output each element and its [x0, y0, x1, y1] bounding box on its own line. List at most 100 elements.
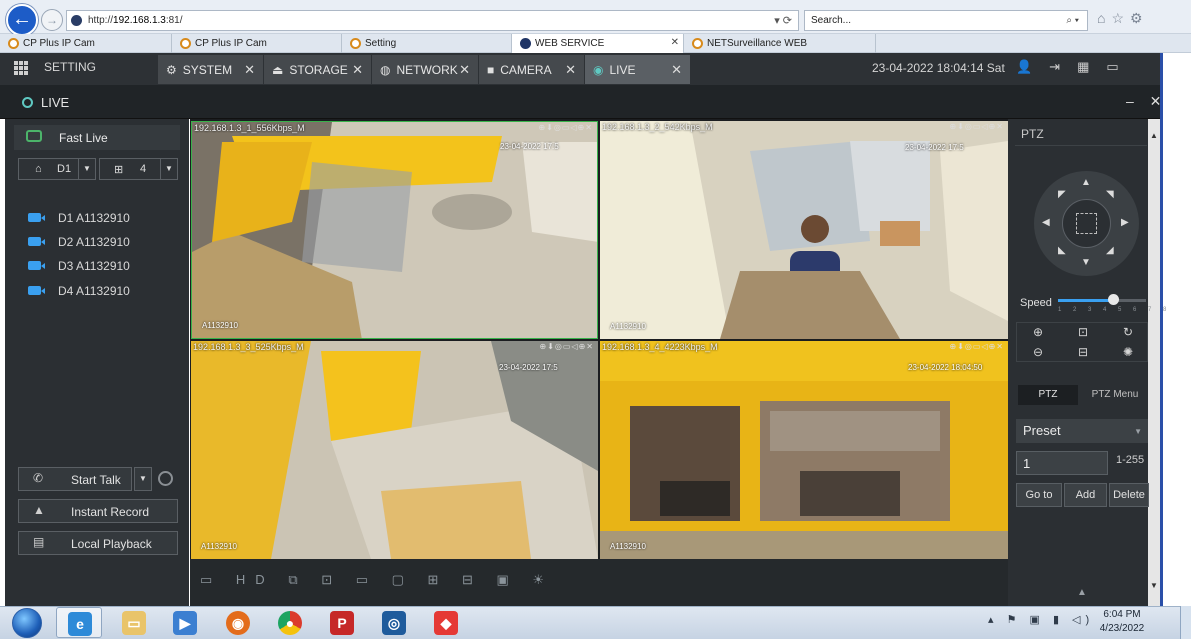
ptz-zoom-icon[interactable] [1076, 213, 1097, 234]
zoom-out-icon[interactable]: ⊖ [1033, 345, 1043, 359]
show-desktop-button[interactable] [1180, 606, 1191, 639]
close-icon[interactable]: ✕ [565, 62, 576, 78]
system-datetime: 23-04-2022 18:04:14 Sat [872, 61, 1005, 75]
taskbar-clock[interactable]: 6:04 PM 4/23/2022 [1092, 608, 1152, 636]
hd-toggle[interactable]: HD [236, 572, 275, 587]
camera-icon [28, 213, 45, 222]
tab-ptz-menu[interactable]: PTZ Menu [1080, 385, 1150, 405]
cp-plus-favicon-icon [180, 38, 191, 49]
start-button[interactable] [8, 606, 46, 639]
tile-control-icons[interactable]: ⊕⬇◎▭◁⊕✕ [539, 342, 594, 351]
start-talk-button[interactable]: ✆ Start Talk [18, 467, 132, 491]
layout-select[interactable]: ⊞ 4 ▼ [99, 158, 178, 180]
focus-near-icon[interactable]: ⊡ [1078, 325, 1088, 339]
user-logout-qr-fullscreen-icons[interactable]: 👤⇥▦▭ [1016, 59, 1136, 75]
speed-label: Speed [1020, 297, 1052, 309]
chevron-down-icon[interactable]: ▼ [134, 467, 152, 491]
preset-select[interactable]: Preset ▼ [1016, 419, 1148, 443]
taskbar-explorer[interactable]: ▭ [111, 607, 157, 638]
tab-system[interactable]: ⚙ SYSTEM ✕ [158, 55, 263, 84]
close-icon[interactable]: ✕ [459, 62, 470, 78]
tab-storage[interactable]: ⏏ STORAGE ✕ [264, 55, 371, 84]
ptz-title: PTZ [1015, 122, 1147, 146]
taskbar-media-player[interactable]: ▶ [162, 607, 208, 638]
browser-tab[interactable]: NETSurveillance WEB [684, 34, 876, 53]
browser-tab[interactable]: CP Plus IP Cam [0, 34, 172, 53]
setting-menu[interactable]: SETTING [14, 60, 96, 75]
close-icon[interactable]: ✕ [352, 62, 363, 78]
gear-icon: ⚙ [166, 63, 177, 77]
search-icon[interactable]: ⌕ ▾ [1066, 15, 1079, 26]
close-icon[interactable]: ✕ [671, 62, 682, 78]
forward-arrow-icon[interactable]: → [41, 9, 63, 31]
collapse-up-icon[interactable]: ▲ [1077, 587, 1087, 598]
taskbar-app[interactable]: ◆ [423, 607, 469, 638]
add-button[interactable]: Add [1064, 483, 1107, 507]
tile-control-icons[interactable]: ⊕⬇◎▭◁⊕✕ [538, 123, 593, 132]
tab-camera[interactable]: ■ CAMERA ✕ [479, 55, 584, 84]
video-tile-4[interactable]: 192.168.1.3_4_4223Kbps_M ⊕⬇◎▭◁⊕✕ 23-04-2… [600, 341, 1008, 559]
browser-tab[interactable]: Setting [342, 34, 512, 53]
goto-button[interactable]: Go to [1016, 483, 1062, 507]
delete-button[interactable]: Delete [1109, 483, 1149, 507]
taskbar-internet-explorer[interactable]: e [56, 607, 102, 638]
tile-control-icons[interactable]: ⊕⬇◎▭◁⊕✕ [949, 342, 1004, 351]
cp-plus-favicon-icon [8, 38, 19, 49]
ptz-scrollbar[interactable]: ▲ ▼ [1148, 119, 1160, 606]
video-tile-2[interactable]: 192.168.1.3_2_542Kbps_M ⊕⬇◎▭◁⊕✕ 23-04-20… [600, 121, 1008, 339]
phone-icon: ✆ [33, 471, 44, 485]
local-playback-button[interactable]: ▤ Local Playback [18, 531, 178, 555]
back-arrow-icon[interactable]: ← [6, 4, 38, 36]
arrow-left-icon[interactable]: ◀ [1042, 217, 1050, 228]
address-bar[interactable]: http://192.168.1.3:81/ ▾ ⟳ [66, 10, 799, 31]
taskbar-app[interactable]: ◎ [371, 607, 417, 638]
taskbar-firefox[interactable]: ◉ [215, 607, 261, 638]
arrow-up-right-icon[interactable]: ◥ [1106, 189, 1114, 200]
chevron-down-icon[interactable]: ▼ [78, 159, 95, 179]
close-icon[interactable]: ✕ [244, 62, 255, 78]
taskbar-chrome[interactable]: ● [267, 607, 313, 638]
tile-timestamp: 23-04-2022 17:5 [500, 142, 559, 151]
taskbar-app[interactable]: P [319, 607, 365, 638]
chevron-down-icon[interactable]: ▼ [160, 159, 177, 179]
iris-close-icon[interactable]: ✺ [1123, 345, 1133, 359]
arrow-right-icon[interactable]: ▶ [1121, 217, 1129, 228]
tab-network[interactable]: ◍ NETWORK ✕ [372, 55, 478, 84]
close-tab-icon[interactable]: ✕ [671, 37, 679, 48]
system-tray-icons[interactable]: ▴ ⚑ ▣ ▮ ◁) [988, 613, 1094, 626]
tile-control-icons[interactable]: ⊕⬇◎▭◁⊕✕ [949, 122, 1004, 131]
tab-live[interactable]: ◉ LIVE ✕ [585, 55, 690, 84]
arrow-down-icon[interactable]: ▼ [1081, 257, 1091, 268]
video-tile-1[interactable]: 192.168.1.3_1_556Kbps_M ⊕⬇◎▭◁⊕✕ 23-04-20… [191, 121, 598, 339]
scroll-down-icon[interactable]: ▼ [1150, 581, 1158, 590]
iris-open-icon[interactable]: ↻ [1123, 325, 1133, 339]
browser-tab-active[interactable]: WEB SERVICE ✕ [512, 34, 684, 53]
instant-record-button[interactable]: ▲ Instant Record [18, 499, 178, 523]
network-app-icon: ◎ [382, 611, 406, 635]
arrow-up-left-icon[interactable]: ◤ [1058, 189, 1066, 200]
minimize-close-icon[interactable]: – ✕ [1126, 93, 1167, 110]
tile-camera-name: A1132910 [201, 542, 237, 551]
browser-tab[interactable]: CP Plus IP Cam [172, 34, 342, 53]
scroll-up-icon[interactable]: ▲ [1150, 131, 1158, 140]
fast-live-button[interactable]: Fast Live [14, 125, 180, 150]
zoom-in-icon[interactable]: ⊕ [1033, 325, 1043, 339]
channel-select[interactable]: ⌂ D1 ▼ [18, 158, 96, 180]
speed-slider-knob[interactable] [1107, 294, 1119, 305]
arrow-down-left-icon[interactable]: ◣ [1058, 245, 1066, 256]
camera-feed-2 [600, 121, 1008, 339]
arrow-up-icon[interactable]: ▲ [1081, 177, 1091, 188]
refresh-icon[interactable]: ▾ ⟳ [774, 14, 792, 27]
storage-icon: ⏏ [272, 63, 284, 77]
home-star-gear-icons[interactable]: ⌂☆⚙ [1097, 10, 1149, 27]
fit-window-icon[interactable]: ▭ [200, 572, 222, 587]
arrow-down-right-icon[interactable]: ◢ [1106, 245, 1114, 256]
focus-far-icon[interactable]: ⊟ [1078, 345, 1088, 359]
preset-number-field[interactable]: 1 [1016, 451, 1108, 475]
video-tile-3[interactable]: 192.168.1.3_3_525Kbps_M ⊕⬇◎▭◁⊕✕ 23-04-20… [191, 341, 598, 559]
layout-icons[interactable]: ⧉ ⊡ ▭ ▢ ⊞ ⊟ ▣ ☀ [288, 572, 554, 587]
tab-ptz[interactable]: PTZ [1018, 385, 1078, 405]
speed-slider[interactable] [1058, 294, 1146, 305]
search-input[interactable]: Search... ⌕ ▾ [804, 10, 1088, 31]
video-toolbar-icons[interactable]: ▭ HD ⧉ ⊡ ▭ ▢ ⊞ ⊟ ▣ ☀ [200, 572, 554, 588]
